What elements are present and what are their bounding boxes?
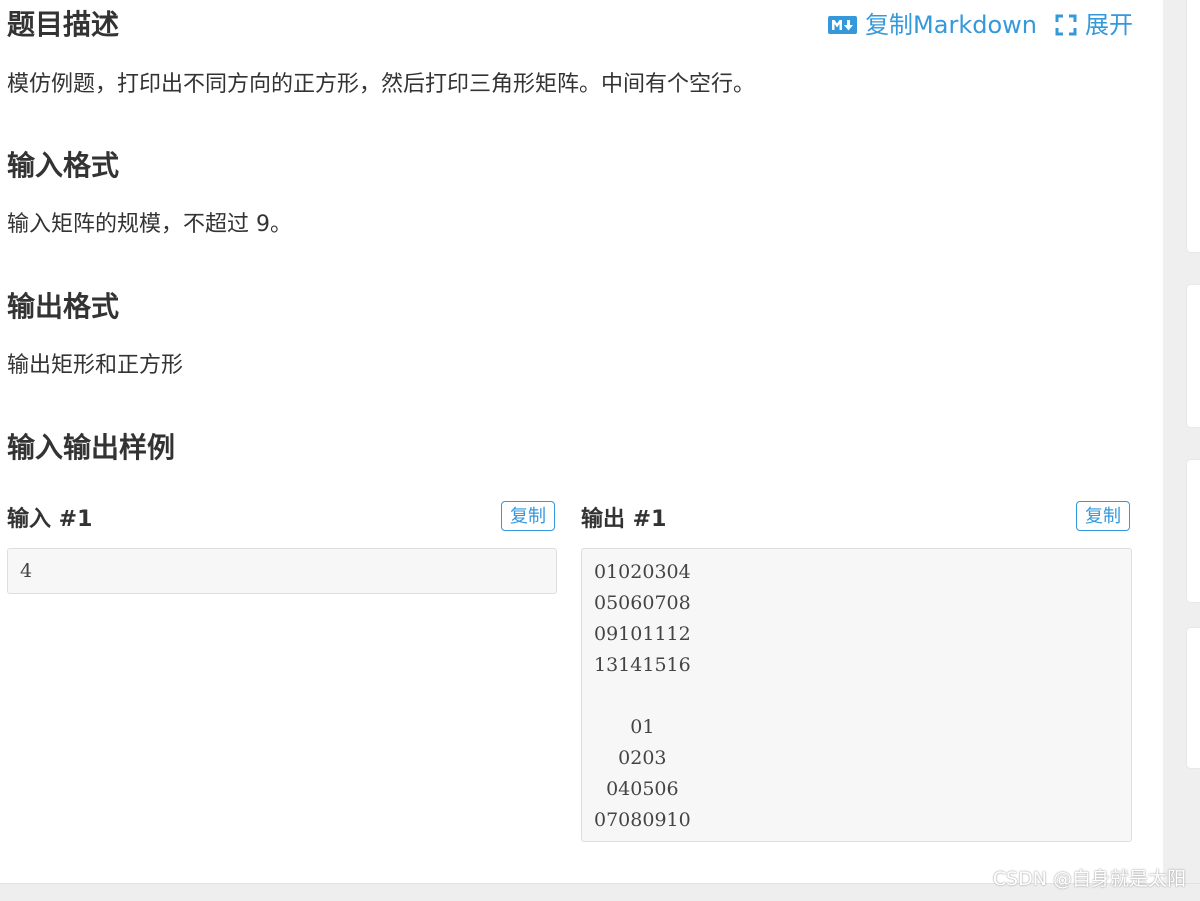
- description-text: 模仿例题，打印出不同方向的正方形，然后打印三角形矩阵。中间有个空行。: [7, 72, 756, 97]
- sample-input-label: 输入 #1: [7, 507, 93, 532]
- sidebar-card: [1187, 628, 1200, 768]
- expand-label: 展开: [1085, 11, 1133, 39]
- watermark: CSDN @自身就是太阳: [992, 868, 1186, 890]
- sample-output-content: 01020304 05060708 09101112 13141516 01 0…: [581, 548, 1132, 842]
- expand-icon: [1055, 14, 1077, 36]
- sidebar-card: [1187, 285, 1200, 427]
- sample-output-label: 输出 #1: [581, 507, 667, 532]
- expand-button[interactable]: 展开: [1055, 8, 1133, 42]
- markdown-icon: [828, 16, 858, 34]
- input-format-title: 输入格式: [7, 149, 120, 182]
- copy-markdown-label: 复制Markdown: [865, 11, 1037, 39]
- output-format-text: 输出矩形和正方形: [7, 353, 184, 378]
- description-title: 题目描述: [7, 8, 120, 41]
- problem-card: 题目描述 复制Markdown 展开 模仿例题，打印出不同方向的正方形，然后打印…: [0, 0, 1163, 883]
- sidebar-card: [1187, 0, 1200, 252]
- copy-output-button[interactable]: 复制: [1076, 501, 1130, 531]
- input-format-text: 输入矩阵的规模，不超过 9。: [7, 212, 292, 237]
- output-format-title: 输出格式: [7, 290, 120, 323]
- sidebar-card: [1187, 460, 1200, 602]
- samples-title: 输入输出样例: [7, 431, 176, 464]
- sample-input-content: 4: [7, 548, 557, 594]
- copy-markdown-button[interactable]: 复制Markdown: [828, 8, 1037, 42]
- toolbar: 复制Markdown 展开: [828, 8, 1133, 42]
- copy-input-button[interactable]: 复制: [501, 501, 555, 531]
